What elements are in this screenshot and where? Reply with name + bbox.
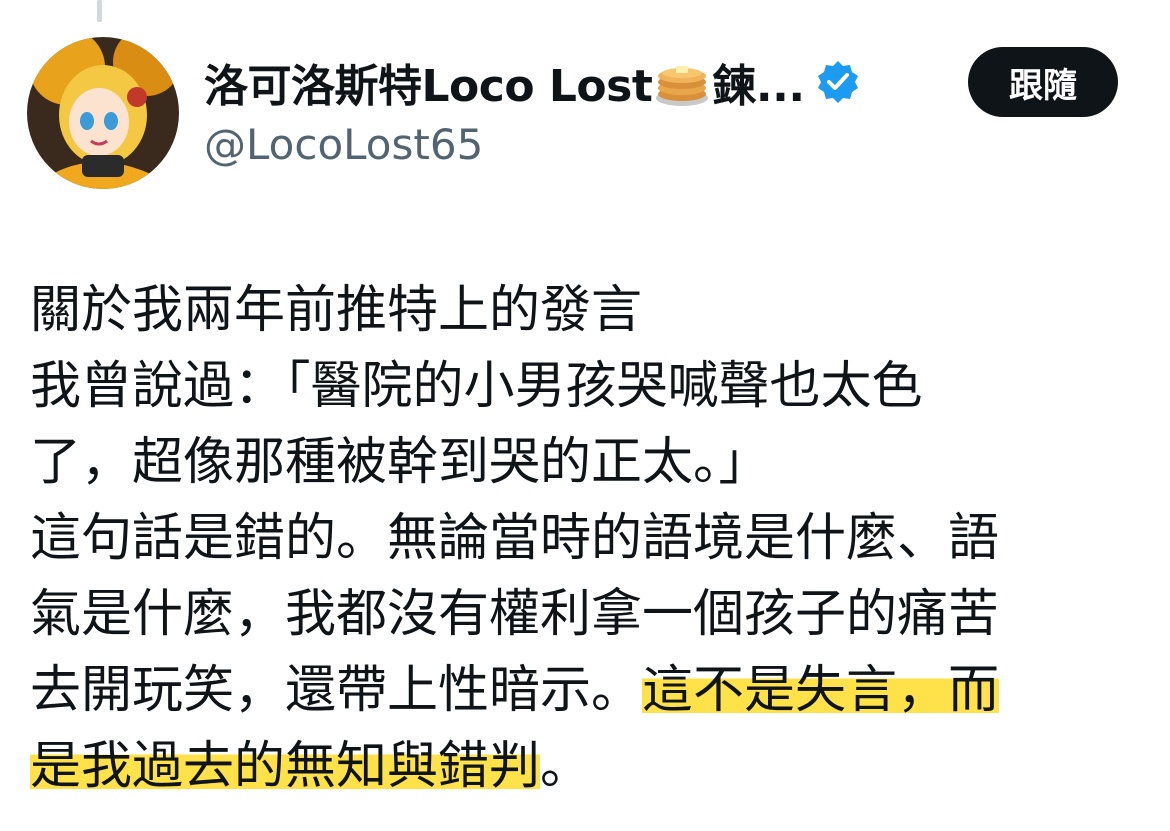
tweet-text-plain: 。 (540, 737, 592, 796)
highlighted-text: 是我過去的無知與錯判 (30, 737, 541, 796)
avatar-image (27, 37, 179, 189)
tweet-line: 了，超像那種被幹到哭的正太。」 (30, 433, 770, 492)
author-name-row[interactable]: 洛可洛斯特Loco Lost 鍊... (204, 52, 861, 112)
tweet-line: 去開玩笑，還帶上性暗示。這不是失言，而 (30, 653, 1150, 729)
tweet-line: 是我過去的無知與錯判。 (30, 729, 1150, 805)
follow-button[interactable]: 跟隨 (968, 47, 1118, 117)
author-name-suffix[interactable]: 鍊... (712, 50, 805, 114)
tweet-line: 我曾說過：「醫院的小男孩哭喊聲也太色 (30, 357, 923, 416)
tweet-text-plain: 去開玩笑，還帶上性暗示。 (30, 661, 643, 720)
highlighted-text: 這不是失言，而 (642, 661, 1000, 720)
tweet-line: 這句話是錯的。無論當時的語境是什麼、語 (30, 509, 1000, 568)
avatar[interactable] (27, 37, 179, 189)
tweet-line: 關於我兩年前推特上的發言 (30, 281, 643, 340)
author-handle[interactable]: @LocoLost65 (204, 120, 483, 169)
verified-badge-icon[interactable] (815, 59, 861, 105)
tweet-line: 氣是什麼，我都沒有權利拿一個孩子的痛苦 (30, 585, 1000, 644)
tweet-text: 關於我兩年前推特上的發言 我曾說過：「醫院的小男孩哭喊聲也太色 了，超像那種被幹… (30, 273, 1150, 805)
thread-connector-line (97, 0, 102, 22)
author-display-name[interactable]: 洛可洛斯特Loco Lost (204, 50, 653, 114)
pancakes-icon (654, 54, 710, 110)
